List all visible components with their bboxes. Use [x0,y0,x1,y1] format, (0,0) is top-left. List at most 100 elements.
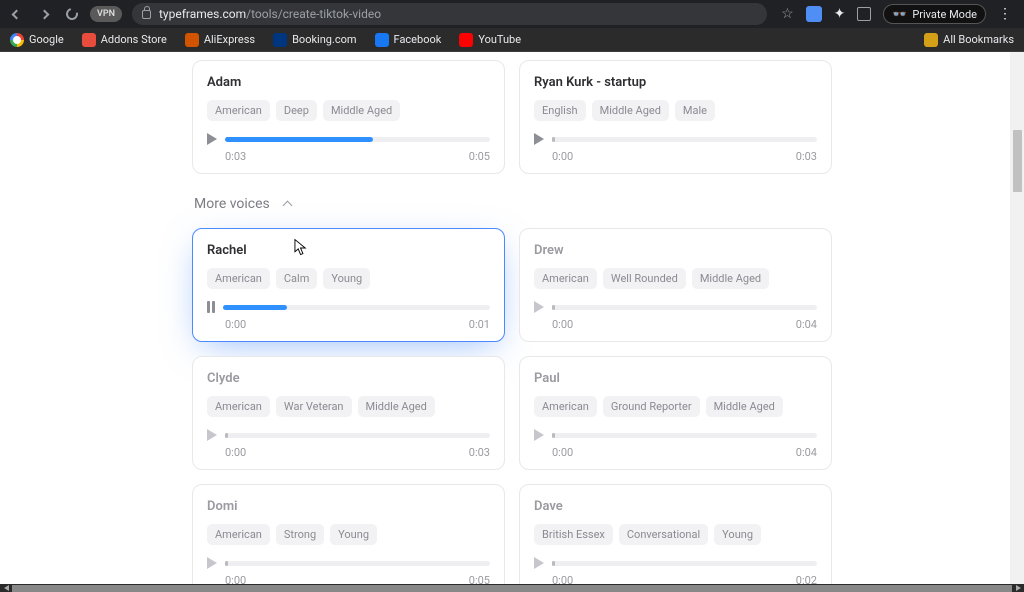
voice-tag: Male [675,100,715,121]
seek-track[interactable] [225,561,490,566]
seek-track[interactable] [225,433,490,438]
vertical-scrollbar[interactable] [1010,52,1024,584]
voice-tag: Young [330,524,377,545]
voice-tag: Middle Aged [592,100,669,121]
voice-tag: American [207,396,270,417]
voice-tag: American [534,268,597,289]
voice-tag: Strong [276,524,324,545]
play-button[interactable] [207,133,217,145]
seek-track[interactable] [225,137,490,142]
bookmark-favicon [273,33,287,47]
voice-name: Drew [534,243,817,258]
address-bar[interactable]: typeframes.com/tools/create-tiktok-video [132,3,767,25]
vpn-badge[interactable]: VPN [90,6,122,22]
voice-card[interactable]: Drew American Well Rounded Middle Aged 0:0… [519,228,832,342]
seek-track[interactable] [552,305,817,310]
voice-card[interactable]: Dave British EssexConversationalYoung 0:… [519,484,832,584]
bookmark-item[interactable]: Addons Store [82,33,167,47]
scrollbar-thumb[interactable] [1013,130,1022,192]
bookmark-label: Booking.com [292,33,356,46]
voice-tag: American [534,396,597,417]
play-button[interactable] [534,301,544,313]
seek-track[interactable] [552,433,817,438]
voice-name: Rachel [207,243,490,258]
voice-card[interactable]: Ryan Kurk - startup EnglishMiddle AgedMa… [519,60,832,174]
bookmark-item[interactable]: Booking.com [273,33,356,47]
time-display: 0:000:01 [207,318,490,331]
bookmark-favicon [185,33,199,47]
voice-tag: Middle Aged [706,396,783,417]
bookmark-label: Addons Store [101,33,167,46]
voice-tag: Deep [276,100,317,121]
browser-toolbar: VPN typeframes.com/tools/create-tiktok-v… [0,0,1024,28]
time-display: 0:000:03 [534,150,817,163]
extension-icon[interactable] [806,6,822,22]
pause-button[interactable] [207,301,215,313]
play-button[interactable] [534,133,544,145]
audio-player [207,557,490,569]
audio-player [207,429,490,441]
bookmark-label: YouTube [478,33,521,46]
bookmarks-bar: Google Addons Store AliExpress Booking.com F… [0,28,1024,52]
bookmark-label: AliExpress [204,33,255,46]
voice-tag: Middle Aged [692,268,769,289]
audio-player [534,301,817,313]
nav-forward-button[interactable] [36,6,52,22]
play-button[interactable] [207,557,217,569]
bookmark-item[interactable]: Google [10,33,64,47]
all-bookmarks-button[interactable]: All Bookmarks [924,33,1014,47]
bookmark-item[interactable]: Facebook [375,33,442,47]
more-voices-toggle[interactable]: More voices [194,196,832,212]
folder-icon [924,33,938,47]
voice-tags: American Deep Middle Aged [207,100,490,121]
seek-track[interactable] [552,561,817,566]
time-display: 0:000:04 [534,318,817,331]
seek-track[interactable] [223,305,490,310]
voice-tag: War Veteran [276,396,352,417]
voice-tag: Calm [276,268,317,289]
bookmark-favicon [82,33,96,47]
voice-tag: Well Rounded [603,268,686,289]
voice-card[interactable]: Rachel AmericanCalmYoung 0:000:01 [192,228,505,342]
voice-tag: American [207,100,270,121]
voice-tag: Middle Aged [323,100,400,121]
time-display: 0:000:04 [534,446,817,459]
audio-player [207,133,490,145]
page-viewport[interactable]: Adam AmericanDeepMiddle Aged 0:030:05 Ry… [0,52,1024,584]
nav-back-button[interactable] [8,6,24,22]
bookmark-star-icon[interactable]: ☆ [781,6,794,22]
voice-name: Paul [534,371,817,386]
bookmark-item[interactable]: AliExpress [185,33,255,47]
voice-card[interactable]: Paul AmericanGround ReporterMiddle Aged … [519,356,832,470]
bookmark-favicon [375,33,389,47]
seek-track[interactable] [552,137,817,142]
voice-card[interactable]: Clyde AmericanWar VeteranMiddle Aged 0:0… [192,356,505,470]
private-mode-badge[interactable]: 👓Private Mode [883,4,986,24]
horizontal-scrollbar[interactable] [0,584,1024,592]
voice-tag: Young [714,524,761,545]
voice-card[interactable]: Domi AmericanStrongYoung 0:000:05 [192,484,505,584]
nav-reload-button[interactable] [64,6,80,22]
play-button[interactable] [534,429,544,441]
voice-tags: American War Veteran Middle Aged [207,396,490,417]
play-button[interactable] [207,429,217,441]
lock-icon [142,10,151,19]
voice-card[interactable]: Adam AmericanDeepMiddle Aged 0:030:05 [192,60,505,174]
bookmark-label: Google [29,33,64,46]
voice-tag: Ground Reporter [603,396,700,417]
browser-menu-icon[interactable]: ⋮ [998,6,1012,22]
extensions-puzzle-icon[interactable]: ✦ [834,6,846,22]
voice-tag: Conversational [619,524,708,545]
bookmark-item[interactable]: YouTube [459,33,521,47]
voice-tags: AmericanCalmYoung [207,268,490,289]
voice-tags: AmericanStrongYoung [207,524,490,545]
voice-tag: British Essex [534,524,613,545]
voice-tag: Young [323,268,370,289]
panel-icon[interactable] [857,7,871,21]
bookmark-label: Facebook [394,33,442,46]
bookmark-favicon [10,33,24,47]
audio-player [534,133,817,145]
voice-tag: Middle Aged [358,396,435,417]
time-display: 0:000:05 [207,574,490,584]
play-button[interactable] [534,557,544,569]
